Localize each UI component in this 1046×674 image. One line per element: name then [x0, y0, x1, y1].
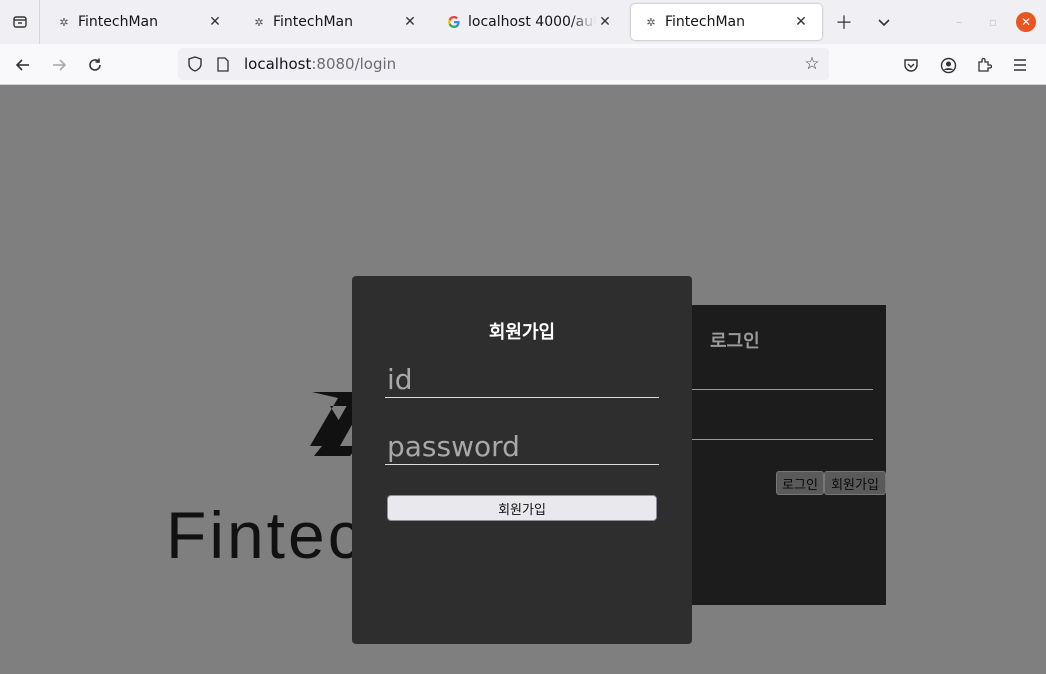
- address-bar[interactable]: localhost:8080/login ☆: [178, 48, 829, 80]
- tab-list-button[interactable]: [0, 0, 40, 44]
- maximize-icon[interactable]: ▫: [984, 13, 1002, 31]
- url-path: :8080/login: [311, 55, 397, 73]
- tab-title: FintechMan: [273, 14, 354, 30]
- window-close-icon[interactable]: ✕: [1016, 12, 1036, 32]
- forward-arrow-icon[interactable]: [46, 52, 72, 78]
- minimize-icon[interactable]: –: [950, 13, 968, 31]
- gear-icon: ✲: [59, 15, 69, 29]
- login-panel-title: 로그인: [710, 331, 760, 352]
- pocket-icon[interactable]: [898, 52, 924, 78]
- page-icon[interactable]: [212, 53, 234, 75]
- login-id-field-underline[interactable]: [692, 389, 873, 390]
- tab-fintechman-active[interactable]: ✲ FintechMan ✕: [631, 4, 822, 40]
- shield-icon[interactable]: [184, 53, 206, 75]
- tab-fintechman-1[interactable]: ✲ FintechMan ✕: [44, 4, 236, 40]
- account-icon[interactable]: [935, 52, 961, 78]
- chevron-down-icon[interactable]: [872, 10, 896, 34]
- close-icon[interactable]: ✕: [792, 13, 810, 31]
- extensions-icon[interactable]: [971, 52, 997, 78]
- tab-title: FintechMan: [78, 14, 159, 30]
- login-panel: 로그인 로그인 회원가입: [662, 305, 886, 605]
- signup-panel: 회원가입 회원가입: [352, 276, 692, 644]
- tab-title: localhost 4000/auth/: [468, 14, 596, 30]
- url-text: localhost:8080/login: [244, 55, 396, 73]
- tab-localhost-auth[interactable]: localhost 4000/auth/ ✕: [434, 4, 626, 40]
- tab-title: FintechMan: [665, 14, 746, 30]
- signup-password-input[interactable]: [385, 429, 659, 465]
- login-password-field-underline[interactable]: [692, 439, 873, 440]
- page-content: Fintech 로그인 로그인 회원가입 회원가입 회원가입: [0, 85, 1046, 674]
- tab-list-icon: [12, 16, 27, 28]
- navigation-toolbar: localhost:8080/login ☆: [0, 44, 1046, 85]
- gear-icon: ✲: [254, 15, 264, 29]
- login-button[interactable]: 로그인: [776, 471, 824, 495]
- signup-id-input[interactable]: [385, 362, 659, 398]
- reload-icon[interactable]: [82, 52, 108, 78]
- signup-submit-button[interactable]: 회원가입: [387, 495, 657, 521]
- hamburger-menu-icon[interactable]: [1007, 52, 1033, 78]
- bookmark-star-icon[interactable]: ☆: [801, 53, 823, 75]
- tab-fintechman-2[interactable]: ✲ FintechMan ✕: [239, 4, 431, 40]
- back-arrow-icon[interactable]: [10, 52, 36, 78]
- signup-panel-title: 회원가입: [488, 322, 556, 343]
- close-icon[interactable]: ✕: [206, 13, 224, 31]
- close-icon[interactable]: ✕: [596, 13, 614, 31]
- new-tab-icon[interactable]: ＋: [832, 10, 856, 34]
- tab-strip: ✲ FintechMan ✕ ✲ FintechMan ✕ localhost …: [0, 0, 1046, 44]
- gear-icon: ✲: [646, 15, 656, 29]
- signup-switch-button[interactable]: 회원가입: [824, 471, 886, 495]
- close-icon[interactable]: ✕: [401, 13, 419, 31]
- google-icon: [446, 14, 462, 30]
- url-host: localhost: [244, 55, 312, 73]
